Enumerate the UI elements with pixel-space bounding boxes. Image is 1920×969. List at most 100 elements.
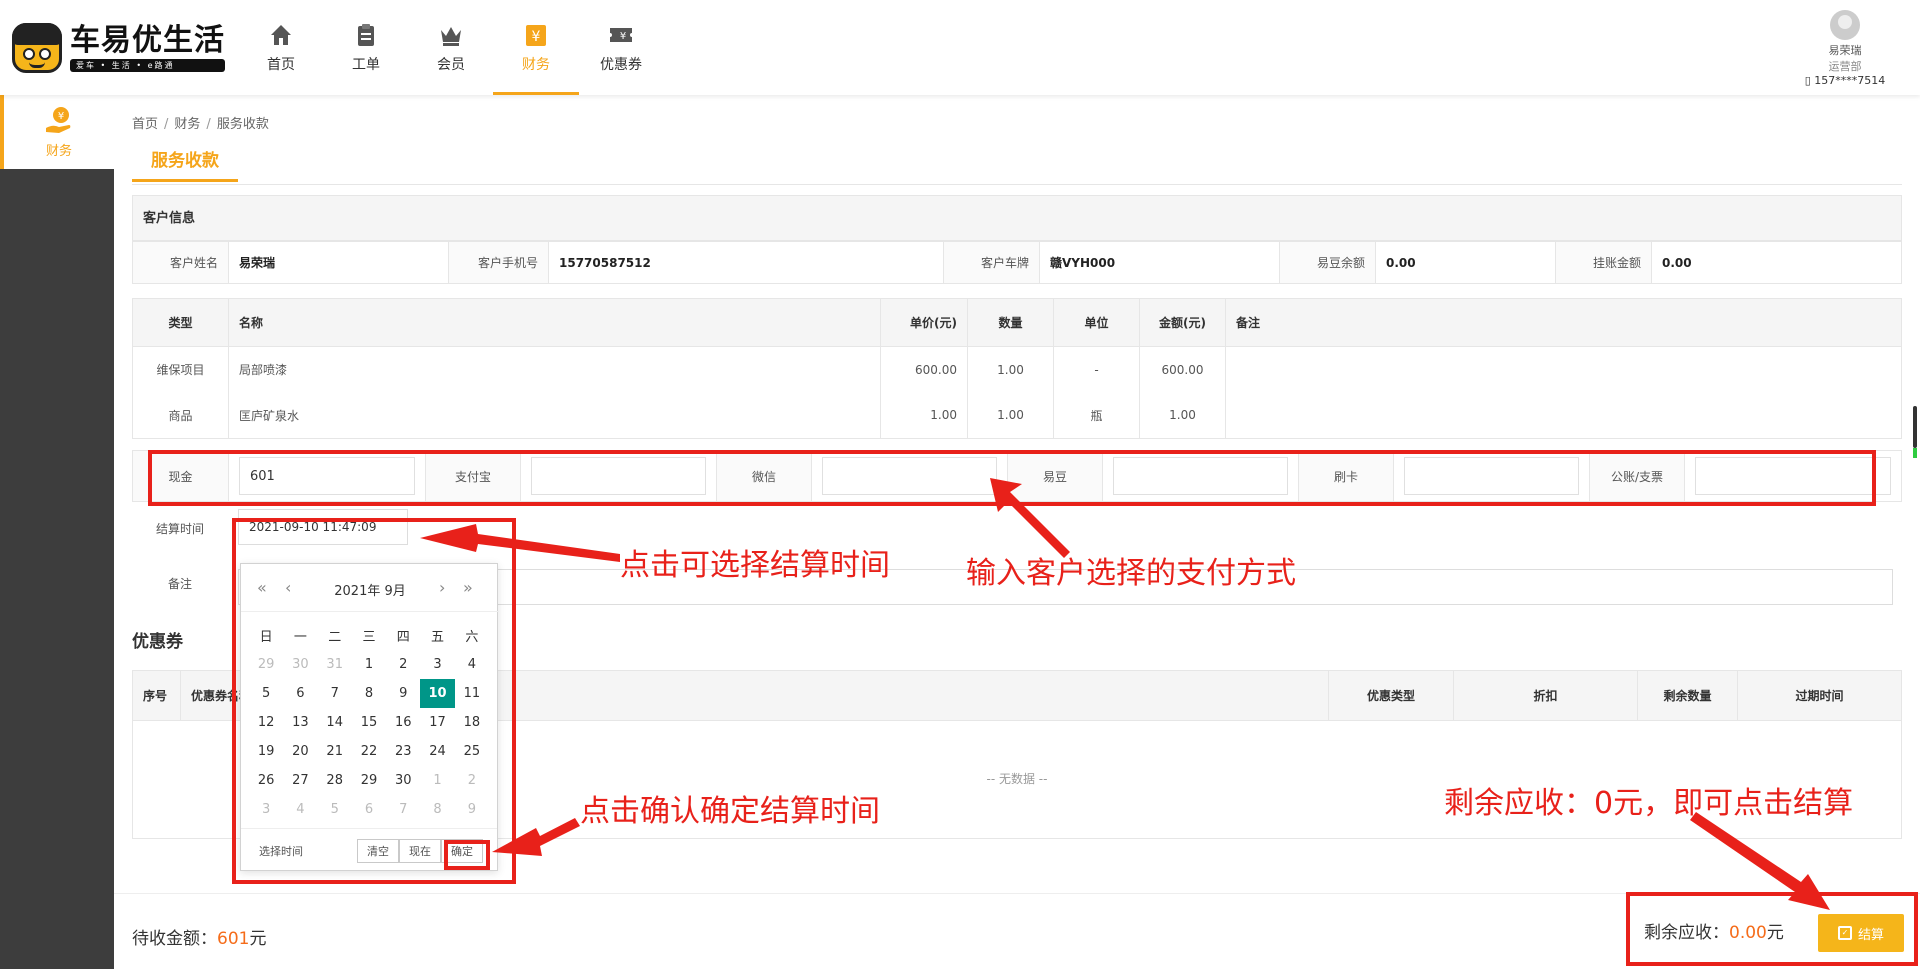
nav-member-label: 会员 — [437, 57, 465, 73]
col-discount: 折扣 — [1453, 670, 1638, 721]
scrollbar[interactable] — [1910, 400, 1920, 460]
nav-workorder[interactable]: 工单 — [323, 0, 409, 95]
nav-coupon[interactable]: ¥ 优惠券 — [578, 0, 664, 95]
calendar-day[interactable]: 11 — [455, 679, 489, 708]
calendar-day[interactable]: 14 — [318, 708, 352, 737]
calendar-day[interactable]: 3 — [420, 650, 454, 679]
calendar-day[interactable]: 5 — [318, 795, 352, 824]
calendar-day[interactable]: 27 — [283, 766, 317, 795]
annotation-settle-hint: 剩余应收：0元，即可点击结算 — [1444, 786, 1854, 821]
breadcrumb-home[interactable]: 首页 — [132, 117, 158, 132]
nav-finance[interactable]: ¥ 财务 — [493, 0, 579, 95]
next-month-icon[interactable]: › — [439, 578, 445, 597]
weekday-header: 五 — [431, 629, 445, 645]
calendar-day[interactable]: 28 — [318, 766, 352, 795]
yidou-label: 易豆 — [1007, 451, 1103, 501]
calendar-day[interactable]: 3 — [249, 795, 283, 824]
alipay-input[interactable] — [531, 457, 706, 495]
sidebar: ¥ 财务 — [0, 95, 114, 969]
calendar-day[interactable]: 4 — [283, 795, 317, 824]
col-remaining: 剩余数量 — [1637, 670, 1738, 721]
calendar-day[interactable]: 4 — [455, 650, 489, 679]
nav-finance-label: 财务 — [522, 57, 550, 73]
weekday-header: 三 — [362, 629, 376, 645]
calendar-day[interactable]: 30 — [283, 650, 317, 679]
calendar-day[interactable]: 10 — [420, 679, 455, 708]
calendar-day[interactable]: 8 — [420, 795, 454, 824]
breadcrumb: 首页 / 财务 / 服务收款 — [132, 117, 269, 132]
settle-time-input[interactable] — [238, 509, 408, 545]
brand-slogan: 爱车 • 生活 • e路通 — [70, 58, 225, 72]
calendar-day[interactable]: 23 — [386, 737, 420, 766]
finance-icon: ¥ — [526, 25, 546, 46]
calendar-day[interactable]: 17 — [420, 708, 454, 737]
customer-info-table: 客户姓名 易荣瑞 客户手机号 15770587512 客户车牌 赣VYH000 … — [132, 241, 1902, 284]
nav-workorder-label: 工单 — [352, 57, 380, 73]
cash-input[interactable] — [239, 457, 415, 495]
hand-coin-icon: ¥ — [46, 106, 71, 133]
calendar-day[interactable]: 26 — [249, 766, 283, 795]
calendar-day[interactable]: 1 — [352, 650, 386, 679]
weekday-header: 一 — [293, 629, 307, 645]
page-title-tab[interactable]: 服务收款 — [132, 138, 238, 182]
avatar[interactable] — [1830, 10, 1860, 40]
corporate-input[interactable] — [1695, 457, 1891, 495]
calendar-day[interactable]: 16 — [386, 708, 420, 737]
annotation-confirm-hint: 点击确认确定结算时间 — [580, 794, 880, 829]
sidebar-item-finance[interactable]: ¥ 财务 — [0, 95, 114, 169]
weekday-header: 二 — [328, 629, 342, 645]
nav-home[interactable]: 首页 — [238, 0, 324, 95]
card-input[interactable] — [1404, 457, 1579, 495]
calendar-day[interactable]: 2 — [386, 650, 420, 679]
calendar-day[interactable]: 18 — [455, 708, 489, 737]
calendar-day[interactable]: 19 — [249, 737, 283, 766]
next-year-icon[interactable]: » — [463, 578, 473, 597]
picker-year-month[interactable]: 2021年 9月 — [241, 580, 499, 599]
clear-button[interactable]: 清空 — [357, 839, 399, 863]
user-profile[interactable]: 易荣瑞 运营部 ▯ 157****7514 — [1790, 10, 1900, 87]
calendar-day[interactable]: 12 — [249, 708, 283, 737]
annotation-time-hint: 点击可选择结算时间 — [620, 548, 890, 583]
calendar-day[interactable]: 7 — [386, 795, 420, 824]
calendar-day[interactable]: 25 — [455, 737, 489, 766]
calendar-day[interactable]: 6 — [283, 679, 317, 708]
calendar-day[interactable]: 6 — [352, 795, 386, 824]
calendar-day[interactable]: 1 — [420, 766, 454, 795]
calendar-day[interactable]: 21 — [318, 737, 352, 766]
calendar-day[interactable]: 30 — [386, 766, 420, 795]
calendar-day[interactable]: 31 — [318, 650, 352, 679]
calendar-day[interactable]: 9 — [386, 679, 420, 708]
customer-plate-label: 客户车牌 — [943, 241, 1040, 284]
customer-name-label: 客户姓名 — [132, 241, 229, 284]
nav-member[interactable]: 会员 — [408, 0, 494, 95]
calendar-day[interactable]: 13 — [283, 708, 317, 737]
note-label: 备注 — [167, 576, 192, 591]
settle-button[interactable]: ✓ 结算 — [1818, 914, 1904, 952]
annotation-payment-hint: 输入客户选择的支付方式 — [966, 556, 1296, 591]
col-expire: 过期时间 — [1737, 670, 1902, 721]
calendar-day[interactable]: 22 — [352, 737, 386, 766]
card-label: 刷卡 — [1298, 451, 1394, 501]
select-time-button[interactable]: 选择时间 — [259, 843, 303, 859]
calendar-day[interactable]: 9 — [455, 795, 489, 824]
yidou-input[interactable] — [1113, 457, 1288, 495]
now-button[interactable]: 现在 — [399, 839, 441, 863]
calendar-day[interactable]: 8 — [352, 679, 386, 708]
breadcrumb-finance[interactable]: 财务 — [174, 117, 200, 132]
confirm-button[interactable]: 确定 — [441, 839, 483, 863]
settle-time-label: 结算时间 — [155, 521, 204, 536]
credit-amount: 0.00 — [1651, 241, 1902, 284]
calendar-day[interactable]: 5 — [249, 679, 283, 708]
wechat-input[interactable] — [822, 457, 997, 495]
remaining-due-value: 0.00 — [1729, 923, 1767, 943]
calendar-day[interactable]: 20 — [283, 737, 317, 766]
calendar-day[interactable]: 7 — [318, 679, 352, 708]
calendar-day[interactable]: 29 — [352, 766, 386, 795]
calendar-day[interactable]: 24 — [420, 737, 454, 766]
calendar-day[interactable]: 15 — [352, 708, 386, 737]
col-amount: 金额(元) — [1139, 298, 1226, 347]
calendar-day[interactable]: 2 — [455, 766, 489, 795]
calendar-day[interactable]: 29 — [249, 650, 283, 679]
brand-logo[interactable]: 车易优生活 爱车 • 生活 • e路通 — [12, 20, 225, 76]
amount-due: 待收金额：601元 — [132, 929, 267, 949]
